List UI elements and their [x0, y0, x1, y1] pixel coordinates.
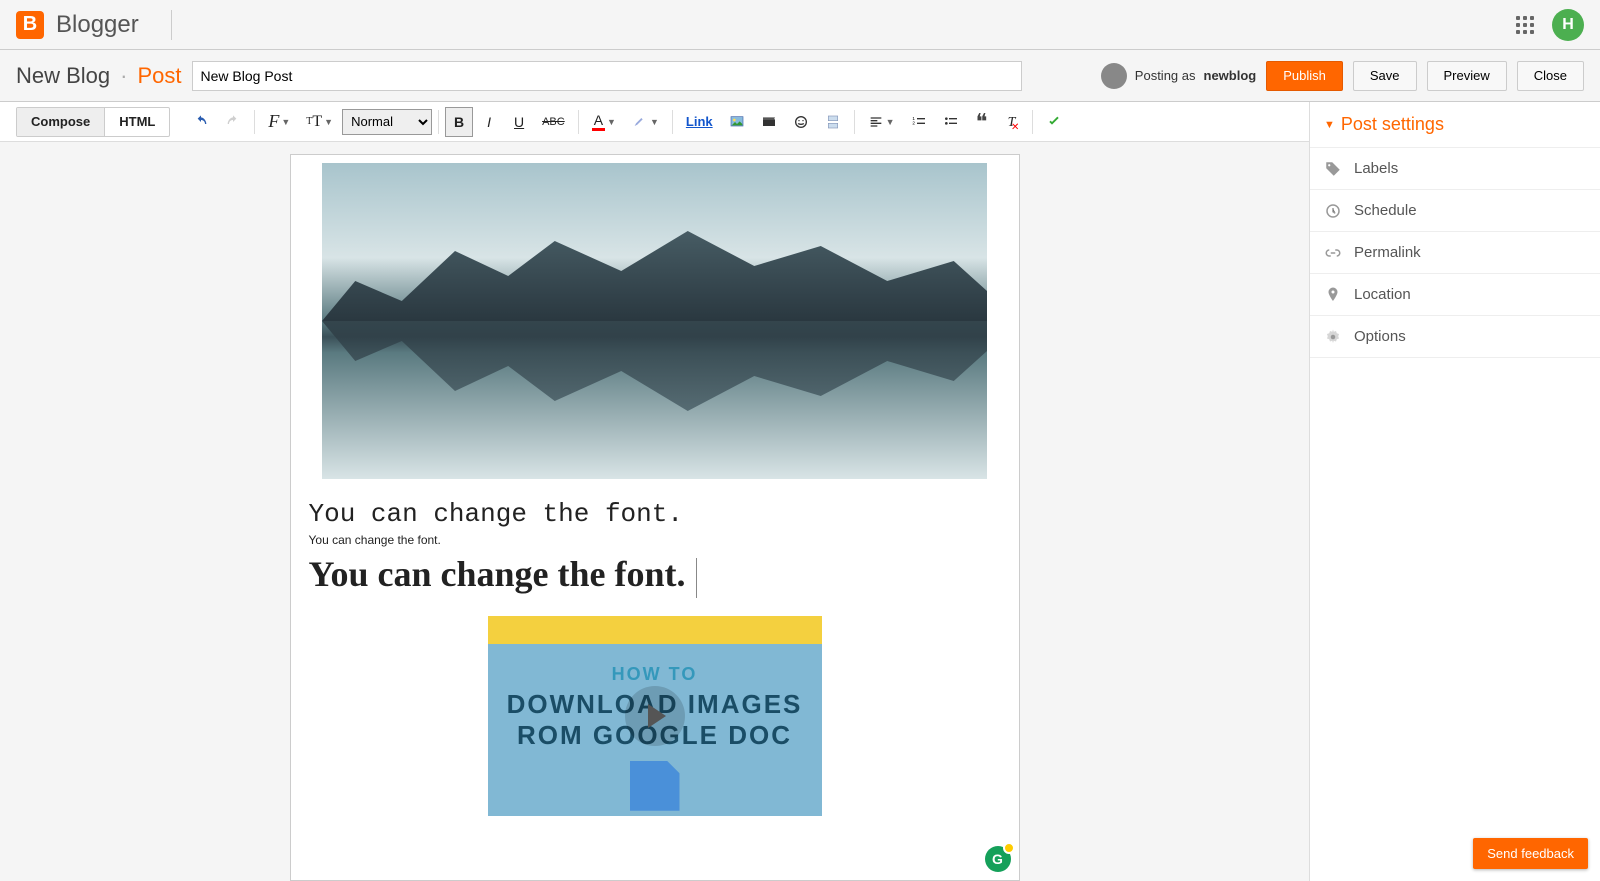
- image-icon: [729, 114, 745, 130]
- ol-icon: 12: [911, 114, 927, 130]
- redo-icon: [225, 114, 241, 130]
- quote-button[interactable]: ❝: [968, 107, 996, 137]
- text-color-button[interactable]: A▼: [585, 107, 623, 137]
- breadcrumb-post: Post: [137, 63, 181, 89]
- undo-button[interactable]: [186, 107, 216, 137]
- divider: [171, 10, 172, 40]
- send-feedback-button[interactable]: Send feedback: [1473, 838, 1588, 869]
- gear-icon: [1324, 328, 1342, 346]
- alignment-button[interactable]: ▼: [861, 107, 902, 137]
- caret-down-icon: ▼: [1324, 119, 1335, 131]
- font-size-button[interactable]: TT▼: [299, 107, 340, 137]
- breadcrumb-sep: ·: [120, 63, 127, 89]
- account-avatar[interactable]: H: [1552, 9, 1584, 41]
- insert-video-button[interactable]: [754, 107, 784, 137]
- blogger-logo-icon[interactable]: B: [16, 11, 44, 39]
- posting-as: Posting as newblog: [1101, 63, 1256, 89]
- top-right: H: [1516, 9, 1584, 41]
- post-settings-panel: ▼ Post settings Labels Schedule Permalin…: [1310, 102, 1600, 881]
- sidebar-item-label: Labels: [1354, 160, 1398, 177]
- editor-wrap: Compose HTML F▼ TT▼ Normal B I U ABC A▼ …: [0, 102, 1310, 881]
- content-line-2[interactable]: You can change the font.: [309, 533, 1001, 547]
- insert-jump-button[interactable]: [818, 107, 848, 137]
- mode-toggle: Compose HTML: [16, 107, 170, 137]
- clapper-icon: [761, 114, 777, 130]
- video-text-1: HOW TO: [612, 664, 698, 685]
- link-button[interactable]: Link: [679, 107, 720, 137]
- sidebar-item-location[interactable]: Location: [1310, 274, 1600, 316]
- sidebar-item-permalink[interactable]: Permalink: [1310, 232, 1600, 274]
- close-button[interactable]: Close: [1517, 61, 1584, 91]
- italic-button[interactable]: I: [475, 107, 503, 137]
- check-icon: [1046, 114, 1062, 130]
- spellcheck-button[interactable]: [1039, 107, 1069, 137]
- sidebar-item-schedule[interactable]: Schedule: [1310, 190, 1600, 232]
- html-tab[interactable]: HTML: [105, 108, 169, 136]
- sidebar-item-options[interactable]: Options: [1310, 316, 1600, 358]
- editor-canvas[interactable]: You can change the font. You can change …: [0, 142, 1309, 881]
- inserted-video[interactable]: HOW TO DOWNLOAD IMAGES ROM GOOGLE DOC: [488, 616, 822, 816]
- publish-button[interactable]: Publish: [1266, 61, 1343, 91]
- sidebar-item-labels[interactable]: Labels: [1310, 148, 1600, 190]
- ul-icon: [943, 114, 959, 130]
- clock-icon: [1324, 202, 1342, 220]
- bullet-list-button[interactable]: [936, 107, 966, 137]
- sidebar-item-label: Options: [1354, 328, 1406, 345]
- font-family-button[interactable]: F▼: [261, 107, 297, 137]
- toolbar: Compose HTML F▼ TT▼ Normal B I U ABC A▼ …: [0, 102, 1309, 142]
- sidebar-item-label: Location: [1354, 286, 1411, 303]
- sidebar-item-label: Schedule: [1354, 202, 1417, 219]
- save-button[interactable]: Save: [1353, 61, 1417, 91]
- smiley-icon: [793, 114, 809, 130]
- text-cursor: [696, 558, 697, 598]
- doc-icon: [630, 761, 680, 811]
- tag-icon: [1324, 160, 1342, 178]
- undo-icon: [193, 114, 209, 130]
- compose-tab[interactable]: Compose: [17, 108, 105, 136]
- author-avatar-icon[interactable]: [1101, 63, 1127, 89]
- inserted-image[interactable]: [322, 163, 987, 479]
- content-line-3[interactable]: You can change the font.: [309, 553, 1001, 598]
- post-settings-title: Post settings: [1341, 114, 1444, 135]
- highlight-button[interactable]: ▼: [625, 107, 666, 137]
- post-body[interactable]: You can change the font. You can change …: [290, 154, 1020, 881]
- link-icon: [1324, 244, 1342, 262]
- underline-button[interactable]: U: [505, 107, 533, 137]
- posting-as-label: Posting as: [1135, 68, 1196, 83]
- post-settings-toggle[interactable]: ▼ Post settings: [1310, 102, 1600, 148]
- post-title-input[interactable]: [192, 61, 1022, 91]
- align-icon: [868, 114, 884, 130]
- brand-name: Blogger: [56, 11, 139, 39]
- bold-button[interactable]: B: [445, 107, 473, 137]
- grammarly-icon[interactable]: G: [985, 846, 1011, 872]
- play-icon[interactable]: [625, 686, 685, 746]
- numbered-list-button[interactable]: 12: [904, 107, 934, 137]
- breadcrumb-blog[interactable]: New Blog: [16, 63, 110, 89]
- clear-format-button[interactable]: T✕: [998, 107, 1026, 137]
- insert-image-button[interactable]: [722, 107, 752, 137]
- page-break-icon: [825, 114, 841, 130]
- sidebar-item-label: Permalink: [1354, 244, 1421, 261]
- insert-emoji-button[interactable]: [786, 107, 816, 137]
- paragraph-format-select[interactable]: Normal: [342, 109, 432, 135]
- strikethrough-button[interactable]: ABC: [535, 107, 572, 137]
- redo-button[interactable]: [218, 107, 248, 137]
- content-line-1[interactable]: You can change the font.: [309, 499, 1001, 529]
- marker-icon: [632, 114, 648, 130]
- brand: B Blogger: [16, 10, 172, 40]
- google-apps-icon[interactable]: [1516, 16, 1534, 34]
- preview-button[interactable]: Preview: [1427, 61, 1507, 91]
- sub-bar: New Blog · Post Posting as newblog Publi…: [0, 50, 1600, 102]
- main-area: Compose HTML F▼ TT▼ Normal B I U ABC A▼ …: [0, 102, 1600, 881]
- svg-text:2: 2: [912, 120, 915, 125]
- top-bar: B Blogger H: [0, 0, 1600, 50]
- pin-icon: [1324, 286, 1342, 304]
- posting-as-user: newblog: [1204, 68, 1257, 83]
